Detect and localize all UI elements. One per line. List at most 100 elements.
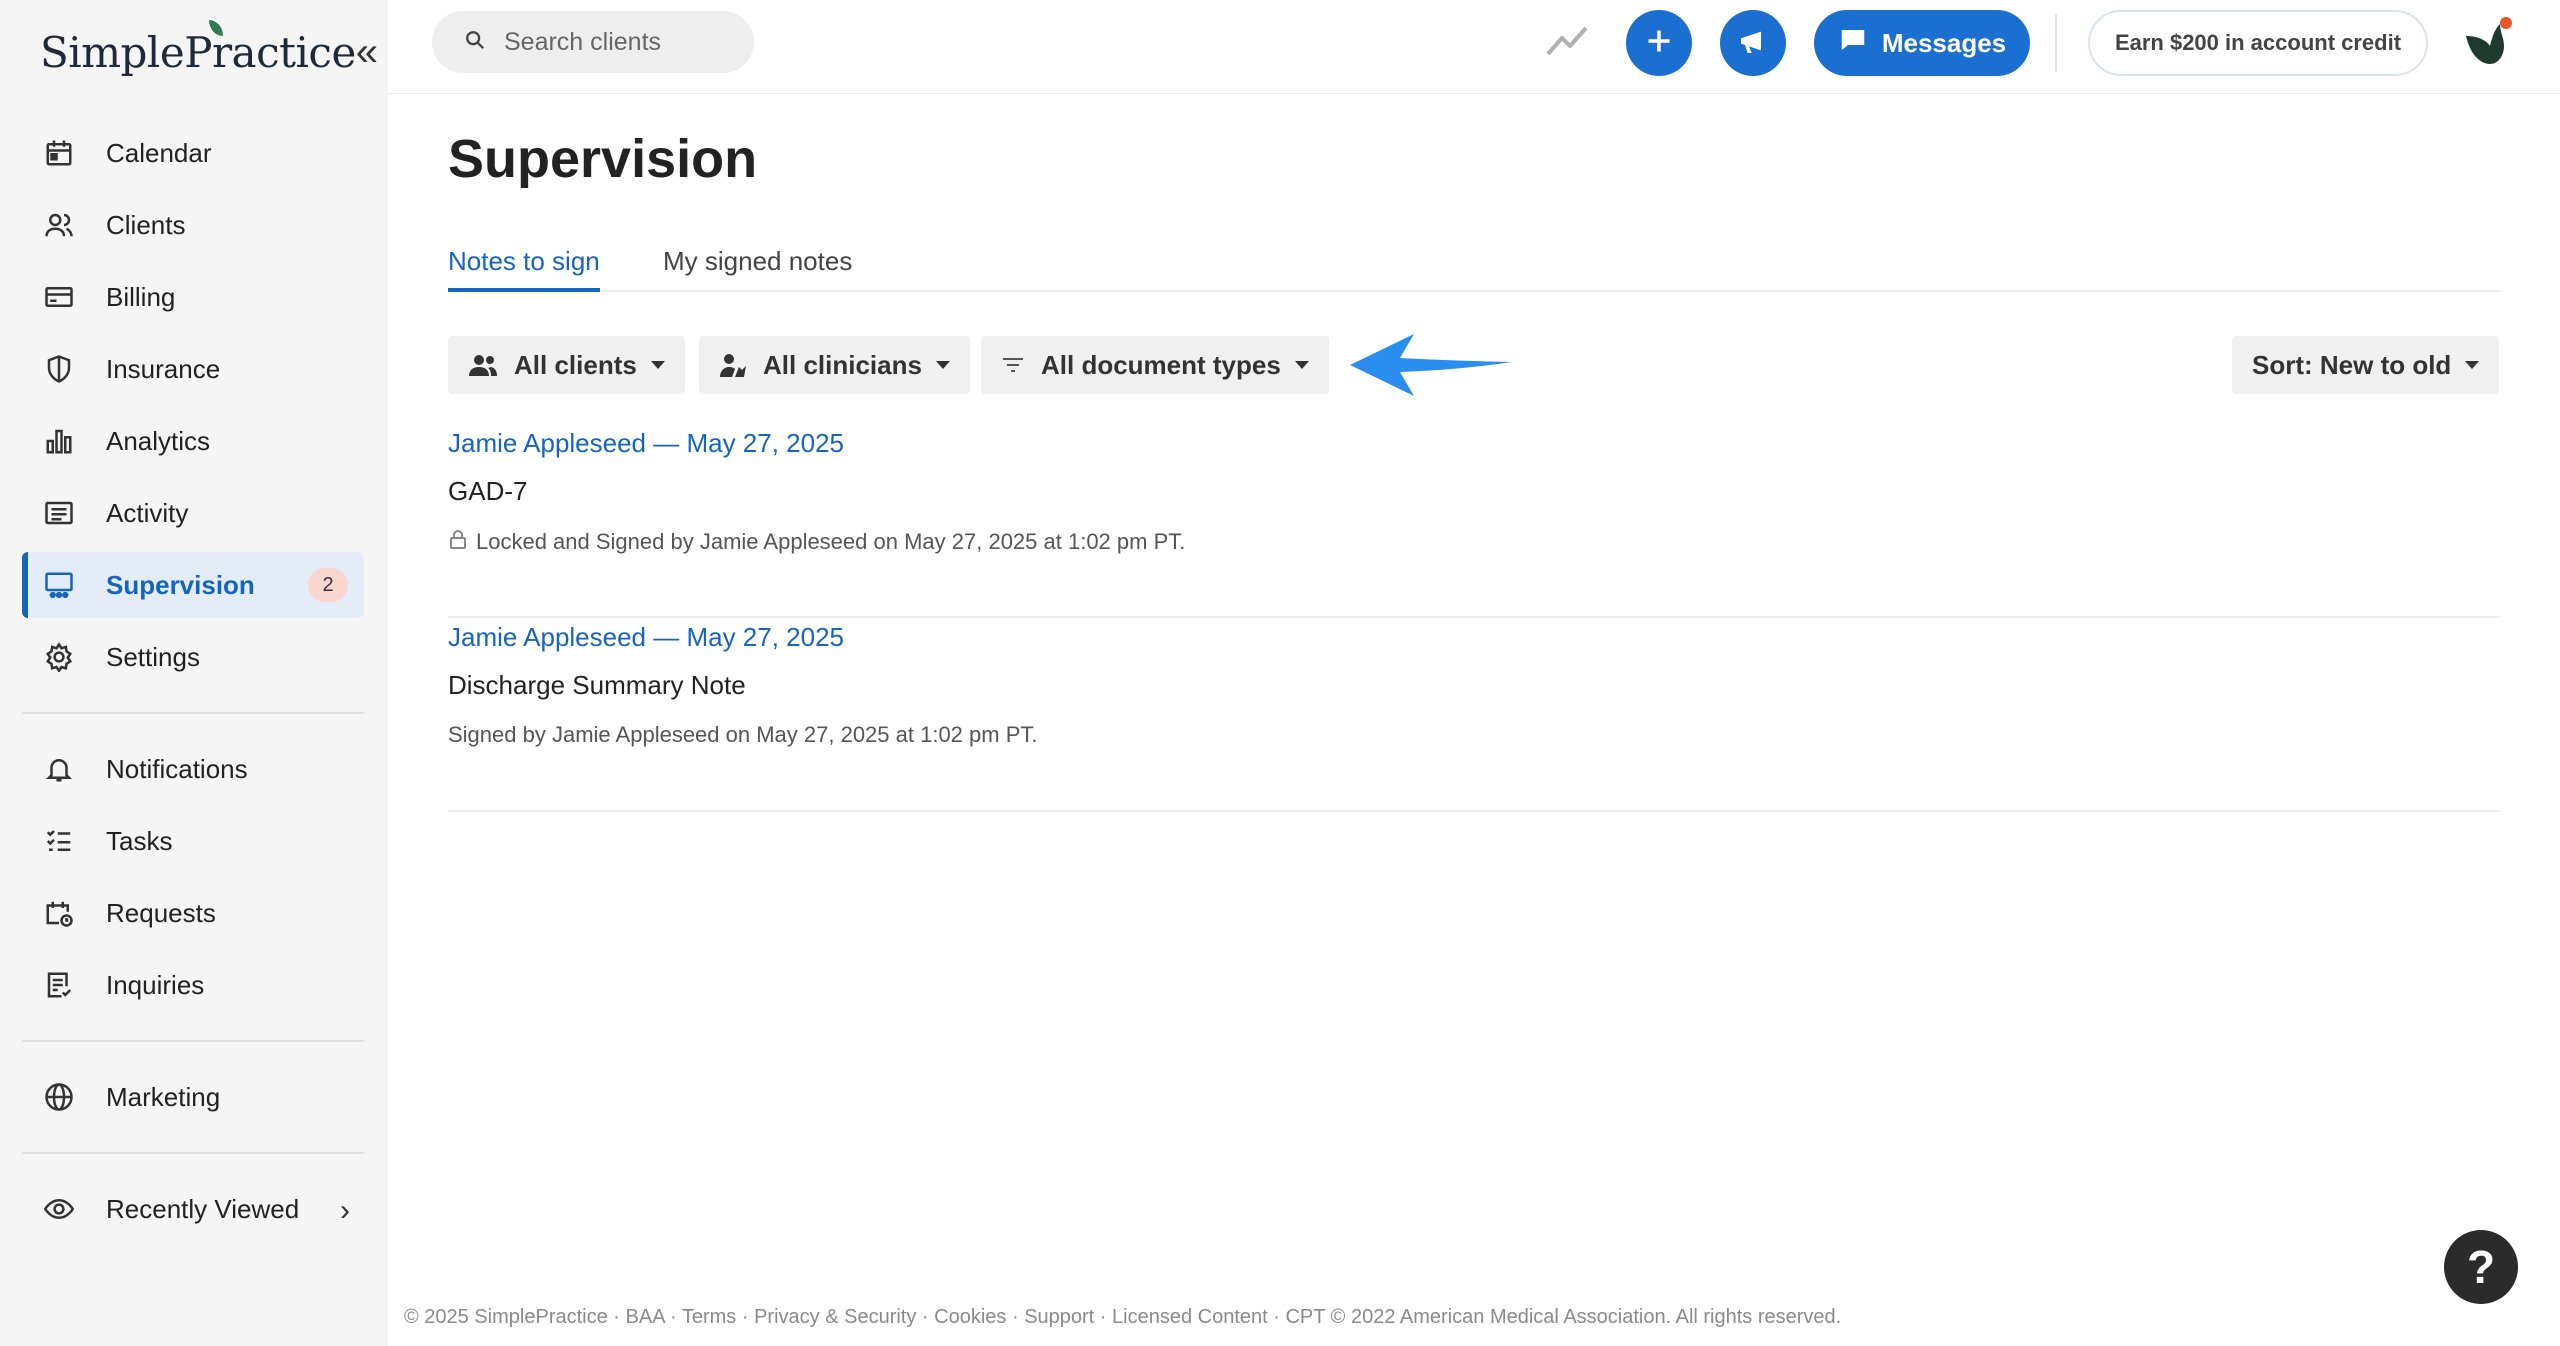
note-status: Locked and Signed by Jamie Appleseed on …	[448, 528, 1185, 556]
caret-down-icon	[650, 361, 665, 369]
footer: © 2025 SimplePractice · BAA · Terms · Pr…	[404, 1306, 1842, 1328]
sidebar: SimplePractice « Calendar Clients Billin…	[0, 0, 388, 1346]
note-link[interactable]: Jamie Appleseed — May 27, 2025	[448, 428, 844, 459]
calendar-icon	[42, 136, 76, 170]
double-chevron-left-icon[interactable]: «	[356, 32, 378, 72]
clinicians-icon	[719, 352, 747, 378]
sidebar-item-activity[interactable]: Activity	[22, 480, 364, 546]
search-input[interactable]	[504, 27, 744, 57]
list-item: Jamie Appleseed — May 27, 2025 GAD-7 Loc…	[448, 424, 2500, 618]
sidebar-item-supervision[interactable]: Supervision 2	[22, 552, 364, 618]
page-title: Supervision	[448, 129, 758, 189]
chevron-right-icon: ›	[340, 1194, 350, 1227]
all-clinicians-filter[interactable]: All clinicians	[699, 336, 970, 394]
shield-icon	[42, 352, 76, 386]
users-icon	[468, 353, 498, 377]
eye-icon	[42, 1192, 76, 1226]
footer-link-terms[interactable]: Terms	[682, 1306, 736, 1328]
logo-row: SimplePractice «	[40, 19, 378, 82]
sidebar-item-label: Requests	[106, 897, 216, 928]
caret-down-icon	[1294, 361, 1309, 369]
sidebar-item-billing[interactable]: Billing	[22, 264, 364, 330]
question-icon: ?	[2466, 1241, 2496, 1293]
list-icon	[42, 496, 76, 530]
divider	[22, 1152, 364, 1154]
sidebar-item-label: Supervision	[106, 569, 255, 600]
sidebar-item-recently-viewed[interactable]: Recently Viewed ›	[22, 1176, 364, 1242]
footer-link-cookies[interactable]: Cookies	[934, 1306, 1006, 1328]
sidebar-item-analytics[interactable]: Analytics	[22, 408, 364, 474]
caret-down-icon	[935, 361, 950, 369]
note-status: Signed by Jamie Appleseed on May 27, 202…	[448, 722, 1038, 748]
avatar[interactable]	[2458, 14, 2518, 74]
sidebar-item-settings[interactable]: Settings	[22, 624, 364, 690]
announcements-button[interactable]	[1720, 10, 1786, 76]
sidebar-item-label: Insurance	[106, 353, 221, 384]
divider	[22, 712, 364, 714]
note-status-text: Locked and Signed by Jamie Appleseed on …	[476, 529, 1186, 554]
sidebar-item-calendar[interactable]: Calendar	[22, 120, 364, 186]
add-button[interactable]	[1626, 10, 1692, 76]
earn-credit-button[interactable]: Earn $200 in account credit	[2088, 10, 2428, 76]
bell-icon	[42, 752, 76, 786]
sidebar-item-label: Clients	[106, 209, 186, 240]
sidebar-item-clients[interactable]: Clients	[22, 192, 364, 258]
document-list-icon	[42, 968, 76, 1002]
arrow-annotation-icon	[1348, 330, 1514, 400]
sidebar-item-label: Recently Viewed	[106, 1193, 300, 1224]
sidebar-item-tasks[interactable]: Tasks	[22, 808, 364, 874]
note-type: GAD-7	[448, 476, 528, 506]
footer-copyright: © 2025 SimplePractice	[404, 1306, 608, 1328]
users-icon	[42, 208, 76, 242]
sidebar-item-label: Inquiries	[106, 969, 205, 1000]
sidebar-item-label: Tasks	[106, 825, 173, 856]
sidebar-item-label: Marketing	[106, 1081, 221, 1112]
lock-icon	[448, 528, 476, 556]
globe-icon	[42, 1080, 76, 1114]
sidebar-item-label: Billing	[106, 281, 176, 312]
caret-down-icon	[2465, 361, 2480, 369]
top-bar: Messages Earn $200 in account credit	[388, 0, 2560, 94]
footer-link-licensed-content[interactable]: Licensed Content	[1112, 1306, 1268, 1328]
tab-my-signed-notes[interactable]: My signed notes	[663, 246, 852, 292]
notes-list: Jamie Appleseed — May 27, 2025 GAD-7 Loc…	[448, 424, 2500, 812]
filter-label: All clinicians	[763, 349, 922, 380]
all-document-types-filter[interactable]: All document types	[981, 336, 1329, 394]
sidebar-item-notifications[interactable]: Notifications	[22, 736, 364, 802]
sidebar-item-label: Analytics	[106, 425, 211, 456]
list-item: Jamie Appleseed — May 27, 2025 Discharge…	[448, 618, 2500, 812]
footer-link-support[interactable]: Support	[1024, 1306, 1094, 1328]
sidebar-item-inquiries[interactable]: Inquiries	[22, 952, 364, 1018]
sidebar-item-label: Calendar	[106, 137, 212, 168]
filter-label: All document types	[1041, 349, 1281, 380]
sidebar-item-requests[interactable]: Requests	[22, 880, 364, 946]
help-button[interactable]: ?	[2444, 1230, 2518, 1304]
all-clients-filter[interactable]: All clients	[448, 336, 685, 394]
plus-icon	[1645, 27, 1673, 60]
sort-dropdown[interactable]: Sort: New to old	[2232, 336, 2500, 394]
tab-notes-to-sign[interactable]: Notes to sign	[448, 246, 600, 292]
status-badge: 2	[308, 568, 348, 602]
footer-link-baa[interactable]: BAA	[626, 1306, 665, 1328]
sort-label: Sort: New to old	[2252, 349, 2452, 380]
sidebar-nav: Calendar Clients Billing Insurance Analy…	[22, 120, 364, 1248]
megaphone-icon	[1737, 25, 1769, 62]
sidebar-item-label: Notifications	[106, 753, 248, 784]
footer-link-privacy[interactable]: Privacy & Security	[754, 1306, 916, 1328]
search-box[interactable]	[432, 11, 754, 73]
trend-icon[interactable]	[1544, 22, 1592, 62]
logo[interactable]: SimplePractice	[40, 19, 356, 77]
tab-bar: Notes to sign My signed notes	[448, 246, 2500, 292]
note-link[interactable]: Jamie Appleseed — May 27, 2025	[448, 622, 844, 653]
divider	[22, 1040, 364, 1042]
footer-cpt: CPT © 2022 American Medical Association.…	[1285, 1306, 1842, 1328]
messages-button[interactable]: Messages	[1814, 10, 2030, 76]
sidebar-item-insurance[interactable]: Insurance	[22, 336, 364, 402]
sidebar-item-marketing[interactable]: Marketing	[22, 1064, 364, 1130]
messages-label: Messages	[1881, 27, 2007, 58]
divider	[2055, 14, 2057, 72]
gear-icon	[42, 640, 76, 674]
bar-chart-icon	[42, 424, 76, 458]
search-icon	[464, 29, 486, 56]
sidebar-item-label: Activity	[106, 497, 189, 528]
